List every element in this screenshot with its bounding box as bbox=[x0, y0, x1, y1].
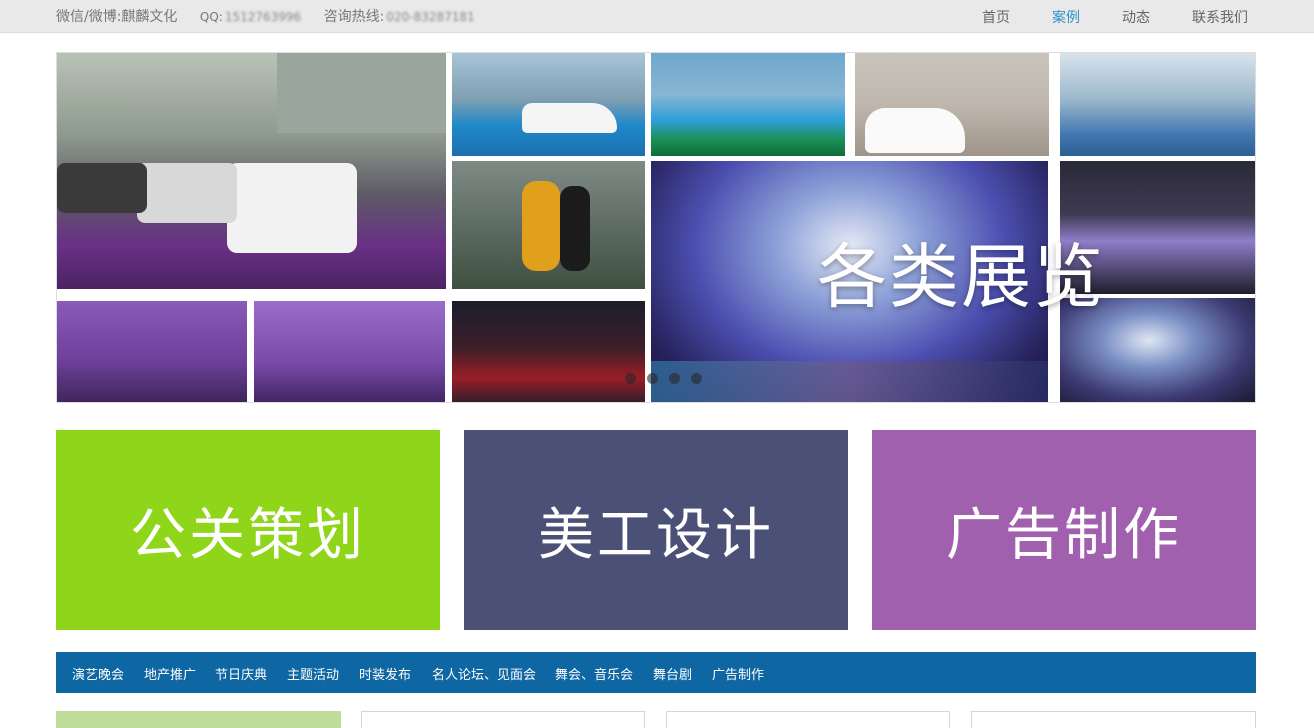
category-fashion-show[interactable]: 时装发布 bbox=[359, 664, 411, 683]
bottom-panel bbox=[361, 711, 645, 728]
banner-photo-golf bbox=[651, 53, 845, 156]
category-ball-concert[interactable]: 舞会、音乐会 bbox=[555, 664, 633, 683]
top-bar: 微信/微博:麒麟文化 QQ: 1512763996 咨询热线: 020-832871… bbox=[0, 0, 1314, 33]
slider-dot[interactable] bbox=[647, 373, 658, 384]
banner-slider[interactable]: 各类展览 bbox=[56, 52, 1256, 403]
main-nav: 首页 案例 动态 联系我们 bbox=[0, 7, 1314, 27]
category-theme-event[interactable]: 主题活动 bbox=[287, 664, 339, 683]
category-forum-meetup[interactable]: 名人论坛、见面会 bbox=[432, 664, 536, 683]
tile-pr-planning[interactable]: 公关策划 bbox=[56, 430, 440, 630]
slider-dot[interactable] bbox=[625, 373, 636, 384]
category-performance-gala[interactable]: 演艺晚会 bbox=[72, 664, 124, 683]
banner-photo-yacht bbox=[452, 53, 645, 156]
tile-graphic-design[interactable]: 美工设计 bbox=[464, 430, 848, 630]
category-festival[interactable]: 节日庆典 bbox=[215, 664, 267, 683]
slider-dot[interactable] bbox=[669, 373, 680, 384]
banner-photo-cars bbox=[57, 53, 446, 289]
bottom-panel bbox=[971, 711, 1256, 728]
nav-news[interactable]: 动态 bbox=[1122, 7, 1150, 27]
banner-photo-concert bbox=[452, 301, 645, 402]
bottom-panel bbox=[666, 711, 950, 728]
category-ad-production[interactable]: 广告制作 bbox=[712, 664, 764, 683]
banner-photo-mascots bbox=[452, 161, 645, 289]
category-stage-play[interactable]: 舞台剧 bbox=[653, 664, 692, 683]
banner-photo-stage-purple-2 bbox=[254, 301, 445, 402]
bottom-panel-highlight bbox=[56, 711, 341, 728]
nav-home[interactable]: 首页 bbox=[982, 7, 1010, 27]
banner-photo-stage-purple-1 bbox=[57, 301, 247, 402]
banner-photo-expo-booth bbox=[1060, 53, 1255, 156]
slider-dot[interactable] bbox=[691, 373, 702, 384]
category-bar: 演艺晚会 地产推广 节日庆典 主题活动 时装发布 名人论坛、见面会 舞会、音乐会… bbox=[56, 652, 1256, 693]
nav-contact[interactable]: 联系我们 bbox=[1192, 7, 1248, 27]
category-real-estate[interactable]: 地产推广 bbox=[144, 664, 196, 683]
banner-photo-car-models bbox=[855, 53, 1049, 156]
banner-caption: 各类展览 bbox=[817, 236, 1105, 318]
nav-cases[interactable]: 案例 bbox=[1052, 7, 1080, 27]
tile-ad-production[interactable]: 广告制作 bbox=[872, 430, 1256, 630]
